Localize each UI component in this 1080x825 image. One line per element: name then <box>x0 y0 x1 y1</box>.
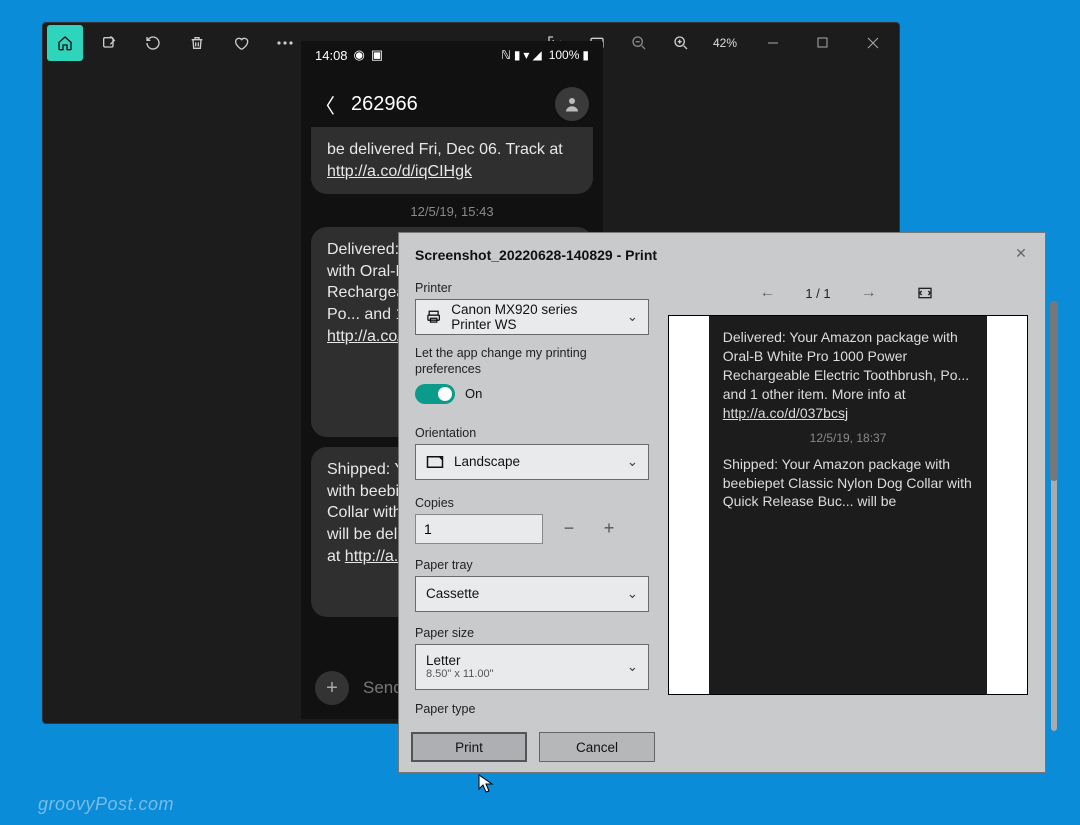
edit-icon[interactable] <box>91 25 127 61</box>
conversation-number: 262966 <box>351 93 539 116</box>
tracking-link[interactable]: http://a.co/d/iqCIHgk <box>327 163 472 180</box>
copies-label: Copies <box>415 496 647 510</box>
message-bubble: be delivered Fri, Dec 06. Track at http:… <box>311 127 593 194</box>
orientation-label: Orientation <box>415 426 647 440</box>
watermark: groovyPost.com <box>38 794 174 815</box>
wifi-icon: ▾ <box>523 48 529 62</box>
minimize-button[interactable] <box>751 28 795 58</box>
timestamp: 12/5/19, 15:43 <box>311 204 593 219</box>
pref-toggle[interactable] <box>415 384 455 404</box>
close-button[interactable] <box>851 28 895 58</box>
preview-message: Shipped: Your Amazon package with beebie… <box>723 455 973 512</box>
next-page-icon[interactable]: → <box>857 284 881 302</box>
signal-icon: ◢ <box>532 48 541 62</box>
preview-message: Delivered: Your Amazon package with Oral… <box>723 328 973 422</box>
page-nav: ← 1 / 1 → <box>667 271 1029 315</box>
print-options-panel: Printer Canon MX920 series Printer WS ⌄ … <box>399 271 655 731</box>
landscape-icon <box>426 455 444 469</box>
copies-increment[interactable]: + <box>595 515 623 543</box>
tray-label: Paper tray <box>415 558 647 572</box>
copies-decrement[interactable]: − <box>555 515 583 543</box>
nfc-icon: ℕ <box>501 48 511 62</box>
vibrate-icon: ▮ <box>514 48 521 62</box>
pref-toggle-state: On <box>465 386 482 401</box>
page-indicator: 1 / 1 <box>805 286 830 301</box>
cancel-button[interactable]: Cancel <box>539 732 655 762</box>
preview-timestamp: 12/5/19, 18:37 <box>723 430 973 446</box>
zoom-out-icon[interactable] <box>621 25 657 61</box>
preview-page: Delivered: Your Amazon package with Oral… <box>668 315 1028 695</box>
chevron-down-icon: ⌄ <box>627 586 638 602</box>
contact-avatar-icon[interactable] <box>555 87 589 121</box>
dialog-title: Screenshot_20220628-140829 - Print <box>399 233 1045 271</box>
attach-icon[interactable]: + <box>315 671 349 705</box>
print-preview-panel: ← 1 / 1 → Delivered: Your Amazon package… <box>655 271 1045 731</box>
maximize-button[interactable] <box>801 28 845 58</box>
home-icon[interactable] <box>47 25 83 61</box>
tray-select[interactable]: Cassette ⌄ <box>415 576 649 612</box>
orientation-select[interactable]: Landscape ⌄ <box>415 444 649 480</box>
chevron-down-icon: ⌄ <box>627 309 638 325</box>
zoom-in-icon[interactable] <box>663 25 699 61</box>
printer-icon <box>426 308 441 326</box>
printer-label: Printer <box>415 281 647 295</box>
size-select[interactable]: Letter 8.50" x 11.00" ⌄ <box>415 644 649 690</box>
rotate-icon[interactable] <box>135 25 171 61</box>
favorite-icon[interactable] <box>223 25 259 61</box>
pref-label: Let the app change my printing preferenc… <box>415 345 647 378</box>
chevron-down-icon: ⌄ <box>627 659 638 675</box>
close-icon[interactable]: ✕ <box>1007 239 1035 267</box>
conversation-header: 〈 262966 <box>301 69 603 131</box>
print-dialog: ✕ Screenshot_20220628-140829 - Print Pri… <box>398 232 1046 773</box>
compose-placeholder[interactable]: Send <box>363 678 403 698</box>
fit-page-icon[interactable] <box>917 286 941 300</box>
back-icon[interactable]: 〈 <box>315 90 335 119</box>
printer-select[interactable]: Canon MX920 series Printer WS ⌄ <box>415 299 649 335</box>
status-image-icon: ▣ <box>371 47 383 63</box>
copies-input[interactable] <box>415 514 543 544</box>
prev-page-icon[interactable]: ← <box>755 284 779 302</box>
zoom-level: 42% <box>705 36 745 50</box>
scrollbar-thumb[interactable] <box>1050 301 1058 481</box>
print-button[interactable]: Print <box>411 732 527 762</box>
delete-icon[interactable] <box>179 25 215 61</box>
type-label: Paper type <box>415 702 647 716</box>
preview-link: http://a.co/d/037bcsj <box>723 405 848 421</box>
more-icon[interactable] <box>267 25 303 61</box>
mouse-cursor <box>478 774 494 794</box>
status-bar: 14:08 ◉ ▣ ℕ ▮ ▾ ◢ 100% ▮ <box>301 41 603 69</box>
battery-text: 100% <box>549 48 580 62</box>
size-label: Paper size <box>415 626 647 640</box>
status-notif-icon: ◉ <box>354 47 365 63</box>
status-time: 14:08 <box>315 48 348 63</box>
chevron-down-icon: ⌄ <box>627 454 638 470</box>
battery-icon: ▮ <box>582 48 589 62</box>
